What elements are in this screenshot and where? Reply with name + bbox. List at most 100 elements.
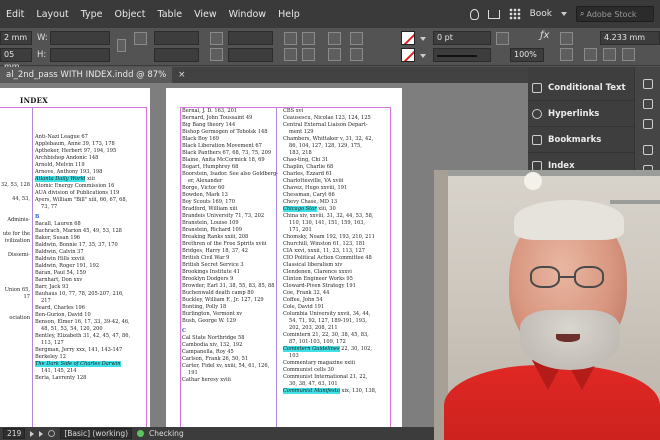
menu-type[interactable]: Type bbox=[75, 9, 109, 20]
links-icon[interactable] bbox=[643, 119, 653, 129]
pages-icon[interactable] bbox=[643, 79, 653, 89]
rotate-ccw-icon[interactable] bbox=[284, 48, 297, 61]
index-page-refs: 191 bbox=[344, 283, 356, 289]
master-style-field[interactable]: [Basic] (working) bbox=[60, 428, 133, 439]
index-term: Buckley, William F., Jr. bbox=[182, 297, 240, 303]
index-term: Aptheker, Herbert bbox=[35, 148, 83, 154]
document-tab[interactable]: al_2nd_pass WITH INDEX.indd @ 87% bbox=[0, 67, 173, 83]
rotation-field[interactable] bbox=[228, 31, 273, 45]
next-page-icon[interactable] bbox=[30, 430, 35, 437]
constrain-proportions-icon[interactable] bbox=[117, 39, 126, 52]
last-page-icon[interactable] bbox=[39, 430, 44, 437]
fill-swatch[interactable] bbox=[401, 31, 415, 45]
index-term: Commentary magazine bbox=[283, 360, 343, 366]
shear-icon[interactable] bbox=[210, 48, 223, 61]
index-entry: Black Panthers 67, 68, 73, 75, 209 bbox=[182, 150, 276, 157]
width-field[interactable] bbox=[50, 31, 110, 45]
index-term: 87, 101-103, 109, 172 bbox=[289, 339, 346, 345]
height-field[interactable] bbox=[50, 48, 110, 62]
menu-view[interactable]: View bbox=[188, 9, 223, 20]
reference-point-icon[interactable] bbox=[134, 32, 147, 45]
index-entry: Big Bang theory 144 bbox=[182, 122, 276, 129]
select-next-icon[interactable] bbox=[350, 48, 363, 61]
center-content-icon[interactable] bbox=[622, 48, 635, 61]
frame-fitting-icon[interactable] bbox=[584, 48, 597, 61]
glasses-left-lens bbox=[530, 266, 560, 288]
apps-grid-icon[interactable] bbox=[508, 8, 521, 20]
index-term: Central External Liaison Depart- bbox=[283, 122, 368, 128]
auto-fit-icon[interactable] bbox=[560, 48, 573, 61]
index-entry: Baran, Paul 54, 159 bbox=[35, 270, 147, 277]
background-shelf bbox=[610, 200, 660, 204]
share-icon[interactable] bbox=[487, 9, 500, 19]
lightbulb-icon[interactable] bbox=[469, 8, 479, 20]
index-entry: Coffee, John 54 bbox=[283, 297, 393, 304]
fill-frame-icon[interactable] bbox=[603, 48, 616, 61]
dimension-field[interactable]: 4.233 mm bbox=[600, 31, 660, 45]
flip-horizontal-icon[interactable] bbox=[302, 32, 315, 45]
index-page-refs: xxviii bbox=[69, 256, 85, 262]
select-previous-icon[interactable] bbox=[350, 32, 363, 45]
text-wrap-icon[interactable] bbox=[560, 32, 573, 45]
index-entry: 87, 101-103, 109, 172 bbox=[283, 339, 393, 346]
index-term: CIA bbox=[283, 248, 293, 254]
index-column-right-1: Bernal, J. D. 163, 201 Bernard, John Tous… bbox=[182, 108, 279, 384]
index-term: 141, 145, 214 bbox=[41, 368, 77, 374]
index-term: Boorstein, Isador. See also Goldberg- bbox=[182, 171, 279, 177]
opacity-field[interactable]: 100% bbox=[510, 48, 544, 62]
stroke-swatch[interactable] bbox=[401, 48, 415, 62]
effects-fx-icon[interactable]: ƒx bbox=[540, 30, 549, 41]
menu-object[interactable]: Object bbox=[109, 9, 152, 20]
clipped-entry bbox=[0, 175, 30, 182]
chevron-down-icon[interactable] bbox=[420, 54, 426, 58]
index-entry: ment 129 bbox=[283, 129, 393, 136]
index-entry: Baldwin, Calvin 37 bbox=[35, 249, 147, 256]
preflight-status-icon[interactable] bbox=[137, 430, 145, 437]
index-entry: Applebaum, Anne 39, 173, 178 bbox=[35, 141, 147, 148]
rotate-icon[interactable] bbox=[210, 32, 223, 45]
drop-shadow-icon[interactable] bbox=[496, 32, 509, 45]
index-entry: Charlottesville, VA xviii bbox=[283, 178, 393, 185]
index-term: Comintern bbox=[283, 332, 311, 338]
clipped-entry bbox=[0, 308, 30, 315]
flip-vertical-icon[interactable] bbox=[302, 48, 315, 61]
chevron-down-icon[interactable] bbox=[420, 37, 426, 41]
index-term: Baldwin Hills bbox=[35, 256, 70, 262]
scale-x-field[interactable] bbox=[154, 31, 199, 45]
menu-edit[interactable]: Edit bbox=[0, 9, 30, 20]
stroke-weight-field[interactable]: 0 pt bbox=[433, 31, 491, 45]
clipped-entry: 44, 53, bbox=[12, 196, 30, 202]
close-icon[interactable]: × bbox=[178, 67, 186, 83]
menu-help[interactable]: Help bbox=[272, 9, 306, 20]
rotate-cw-icon[interactable] bbox=[284, 32, 297, 45]
index-term: Cloward-Piven Strategy bbox=[283, 283, 345, 289]
index-page-refs: 192, 193, 210, 211 bbox=[324, 234, 375, 240]
scale-y-field[interactable] bbox=[154, 48, 199, 62]
menu-window[interactable]: Window bbox=[223, 9, 272, 20]
page-number-field[interactable]: 219 bbox=[3, 428, 26, 439]
index-entry: Bernard, John Toussaint 49 bbox=[182, 115, 276, 122]
menu-layout[interactable]: Layout bbox=[30, 9, 74, 20]
panel-label: Bookmarks bbox=[548, 134, 602, 145]
select-content-icon[interactable] bbox=[328, 48, 341, 61]
stroke-icon[interactable] bbox=[643, 145, 653, 155]
select-container-icon[interactable] bbox=[328, 32, 341, 45]
stock-search-field[interactable]: ⌕ Adobe Stock bbox=[576, 6, 654, 22]
shear-field[interactable] bbox=[228, 48, 273, 62]
y-position-field[interactable]: 05 mm bbox=[0, 48, 32, 71]
workspace-switcher[interactable]: Book bbox=[530, 9, 552, 19]
clipped-entry bbox=[0, 322, 30, 329]
clipped-entry: Dissemi- bbox=[7, 252, 30, 258]
preview-icon[interactable] bbox=[48, 430, 56, 437]
hyperlink-icon bbox=[532, 108, 542, 119]
index-entry: The Dark Side of Charles Darwin bbox=[35, 361, 147, 368]
x-position-field[interactable]: 2 mm bbox=[0, 31, 32, 45]
menu-table[interactable]: Table bbox=[151, 9, 188, 20]
index-entry: Branstein, Louise 109 bbox=[182, 220, 276, 227]
person-mouth bbox=[556, 334, 580, 342]
index-entry: Baldwin, Bonnie 17, 35, 37, 170 bbox=[35, 242, 147, 249]
index-entry: Buckley, William F., Jr. 127, 129 bbox=[182, 297, 276, 304]
layers-icon[interactable] bbox=[643, 99, 653, 109]
index-page-refs: xxviii, 191 bbox=[319, 185, 348, 191]
index-page-refs: 68 bbox=[230, 164, 239, 170]
